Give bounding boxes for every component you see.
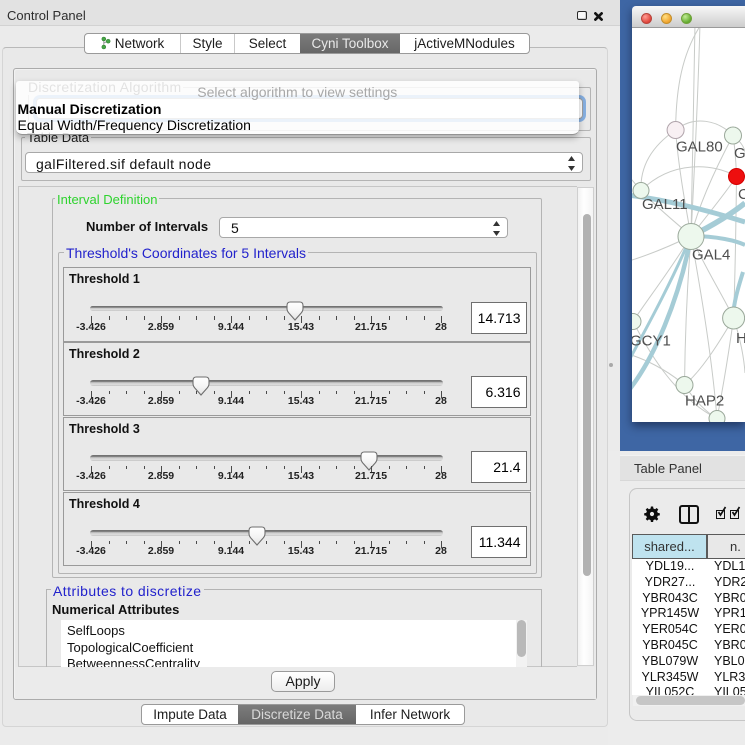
svg-text:G.: G. — [734, 145, 745, 162]
svg-text:GAL4: GAL4 — [692, 247, 730, 264]
svg-text:H: H — [736, 330, 745, 347]
svg-text:GAL80: GAL80 — [676, 138, 723, 155]
svg-text:GAL11: GAL11 — [642, 196, 688, 213]
svg-text:HAP2: HAP2 — [685, 393, 724, 410]
svg-text:C: C — [738, 186, 745, 203]
svg-text:GCY1: GCY1 — [632, 333, 671, 350]
